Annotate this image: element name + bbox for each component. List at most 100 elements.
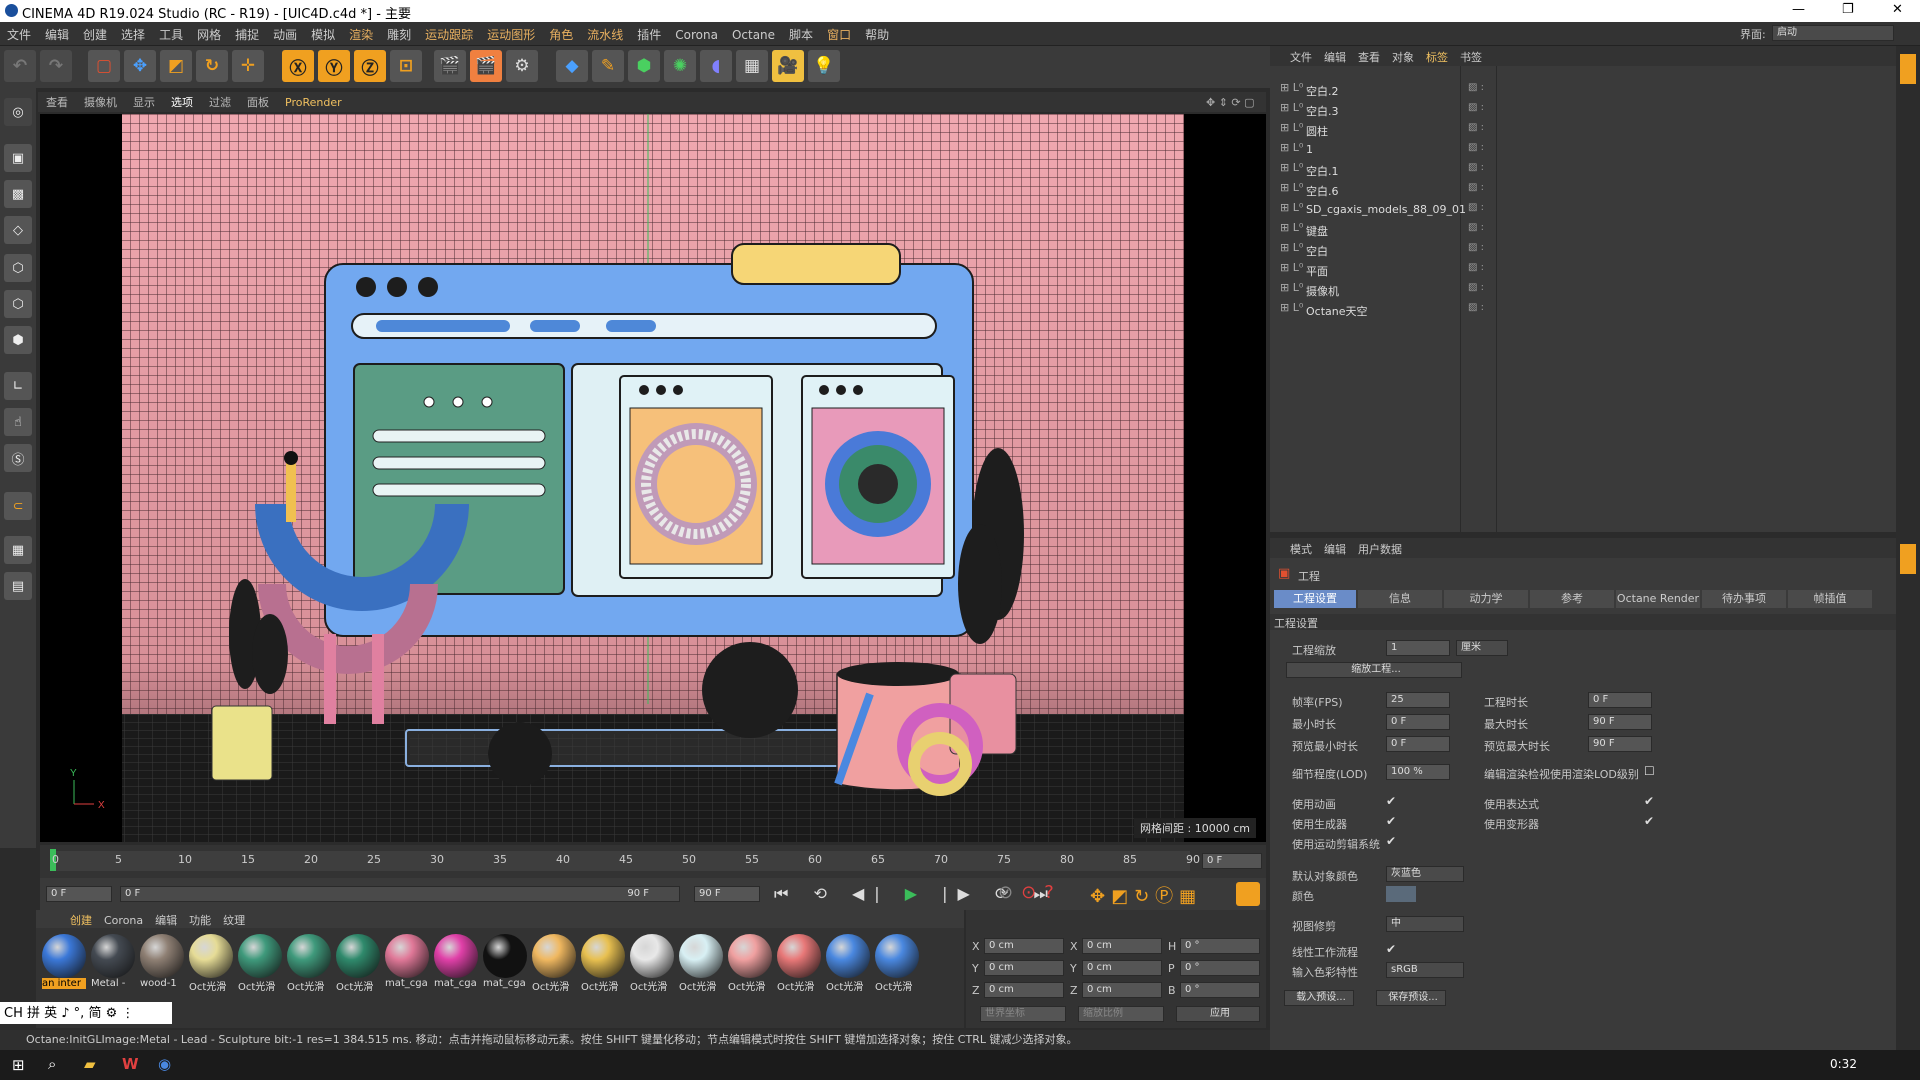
timeline-ruler[interactable]: 0 5 10 15 20 25 30 35 40 45 50 55 60 65 70 75 80 85 90 0 F [40,845,1266,879]
material-swatch[interactable] [581,934,625,978]
menu-corona[interactable]: Corona [668,24,725,46]
size-y-field[interactable]: 0 cm [1082,960,1162,976]
vp-menu-prorender[interactable]: ProRender [277,94,350,111]
right-side-tabs[interactable] [1896,46,1920,1050]
object-row[interactable]: ⊞ L⁰ 空白.1 ▨ : [1270,160,1896,180]
y-axis-icon[interactable]: Ⓨ [318,50,350,82]
obj-menu-object[interactable]: 对象 [1386,46,1420,68]
close-button[interactable]: ✕ [1892,2,1903,17]
menu-animate[interactable]: 动画 [266,22,304,47]
mograph-cloner-icon[interactable]: ✺ [664,50,696,82]
vp-menu-display[interactable]: 显示 [125,92,163,112]
solo-mode-icon[interactable]: Ⓢ [4,444,32,472]
menu-render[interactable]: 渲染 [342,22,380,47]
object-row[interactable]: ⊞ L⁰ 空白 ▨ : [1270,240,1896,260]
end-frame-field[interactable]: 90 F [694,886,760,902]
visibility-toggle-icon[interactable]: ▨ : [1468,162,1484,173]
use-generators-checkbox[interactable]: ✔ [1386,814,1396,828]
visibility-toggle-icon[interactable]: ▨ : [1468,122,1484,133]
maximize-button[interactable]: ❐ [1842,2,1854,17]
obj-menu-edit[interactable]: 编辑 [1318,46,1352,68]
attr-menu-mode[interactable]: 模式 [1284,538,1318,560]
material-swatch[interactable] [483,934,527,978]
viewport-nav-icons[interactable]: ✥ ⇕ ⟳ ▢ [1198,94,1263,111]
quantize-icon[interactable]: ▦ [4,536,32,564]
visibility-toggle-icon[interactable]: ▨ : [1468,282,1484,293]
preview-range-slider[interactable]: 0 F 90 F [120,886,680,902]
menu-file[interactable]: 文件 [0,22,38,47]
material-swatch[interactable] [140,934,184,978]
start-icon[interactable]: ⊞ [12,1056,25,1074]
material-swatch[interactable] [630,934,674,978]
rot-h-field[interactable]: 0 ° [1180,938,1260,954]
scale-tool-icon[interactable]: ◩ [160,50,192,82]
material-swatch[interactable] [777,934,821,978]
min-time-field[interactable]: 0 F [1386,714,1450,730]
points-mode-icon[interactable]: ⬡ [4,254,32,282]
camera-icon[interactable]: 🎥 [772,50,804,82]
tweak-mode-icon[interactable]: ☝ [4,408,32,436]
size-z-field[interactable]: 0 cm [1082,982,1162,998]
vp-menu-filter[interactable]: 过滤 [201,92,239,112]
menu-mograph[interactable]: 运动图形 [480,22,542,47]
minimize-button[interactable]: — [1792,2,1805,17]
attr-menu-userdata[interactable]: 用户数据 [1352,538,1408,560]
redo-icon[interactable]: ↷ [40,50,72,82]
menu-octane[interactable]: Octane [725,24,782,46]
x-axis-icon[interactable]: Ⓧ [282,50,314,82]
menu-help[interactable]: 帮助 [858,22,896,47]
apply-button[interactable]: 应用 [1176,1006,1260,1022]
menu-sculpt[interactable]: 雕刻 [380,22,418,47]
material-swatch[interactable] [336,934,380,978]
visibility-toggle-icon[interactable]: ▨ : [1468,262,1484,273]
start-frame-field[interactable]: 0 F [46,886,112,902]
tab-dynamics[interactable]: 动力学 [1444,590,1528,608]
menu-character[interactable]: 角色 [542,22,580,47]
material-swatch[interactable] [189,934,233,978]
viewport-3d[interactable]: Y X 网格间距 : 10000 cm [40,114,1266,842]
texture-mode-icon[interactable]: ▩ [4,180,32,208]
material-swatch[interactable] [728,934,772,978]
use-expression-checkbox[interactable]: ✔ [1644,794,1654,808]
rot-p-field[interactable]: 0 ° [1180,960,1260,976]
tab-todo[interactable]: 待办事项 [1702,590,1786,608]
material-swatch[interactable] [875,934,919,978]
load-preset-button[interactable]: 载入预设... [1284,990,1354,1006]
vp-menu-options[interactable]: 选项 [163,92,201,112]
objects-side-tab[interactable] [1900,54,1916,84]
tab-project-settings[interactable]: 工程设置 [1274,590,1356,608]
coord-mode-select[interactable]: 世界坐标 [980,1006,1066,1022]
object-row[interactable]: ⊞ L⁰ 圆柱 ▨ : [1270,120,1896,140]
pos-z-field[interactable]: 0 cm [984,982,1064,998]
undo-icon[interactable]: ↶ [4,50,36,82]
save-preset-button[interactable]: 保存预设... [1376,990,1446,1006]
visibility-toggle-icon[interactable]: ▨ : [1468,222,1484,233]
vp-menu-view[interactable]: 查看 [38,92,76,112]
render-view-icon[interactable]: 🎬 [434,50,466,82]
menu-tools[interactable]: 工具 [152,22,190,47]
object-row[interactable]: ⊞ L⁰ 空白.2 ▨ : [1270,80,1896,100]
obj-menu-view[interactable]: 查看 [1352,46,1386,68]
timeline-layout-icon[interactable] [1236,882,1260,906]
material-swatch[interactable] [434,934,478,978]
render-settings-icon[interactable]: ⚙ [506,50,538,82]
material-swatch[interactable] [287,934,331,978]
snap-icon[interactable]: ⊂ [4,492,32,520]
menu-plugins[interactable]: 插件 [630,22,668,47]
mat-menu-corona[interactable]: Corona [98,912,149,929]
light-icon[interactable]: 💡 [808,50,840,82]
use-deformers-checkbox[interactable]: ✔ [1644,814,1654,828]
mat-menu-texture[interactable]: 纹理 [217,910,251,930]
obj-menu-bookmarks[interactable]: 书签 [1454,46,1488,68]
cinema4d-taskbar-icon[interactable]: ◉ [158,1055,171,1073]
current-frame-field[interactable]: 0 F [1202,853,1262,869]
default-color-select[interactable]: 灰蓝色 [1386,866,1464,882]
duration-field[interactable]: 0 F [1588,692,1652,708]
rotate-tool-icon[interactable]: ↻ [196,50,228,82]
workplane-lock-icon[interactable]: ▤ [4,572,32,600]
material-swatch[interactable] [238,934,282,978]
object-row[interactable]: ⊞ L⁰ 1 ▨ : [1270,140,1896,160]
rot-b-field[interactable]: 0 ° [1180,982,1260,998]
scale-field[interactable]: 1 [1386,640,1450,656]
use-animation-checkbox[interactable]: ✔ [1386,794,1396,808]
